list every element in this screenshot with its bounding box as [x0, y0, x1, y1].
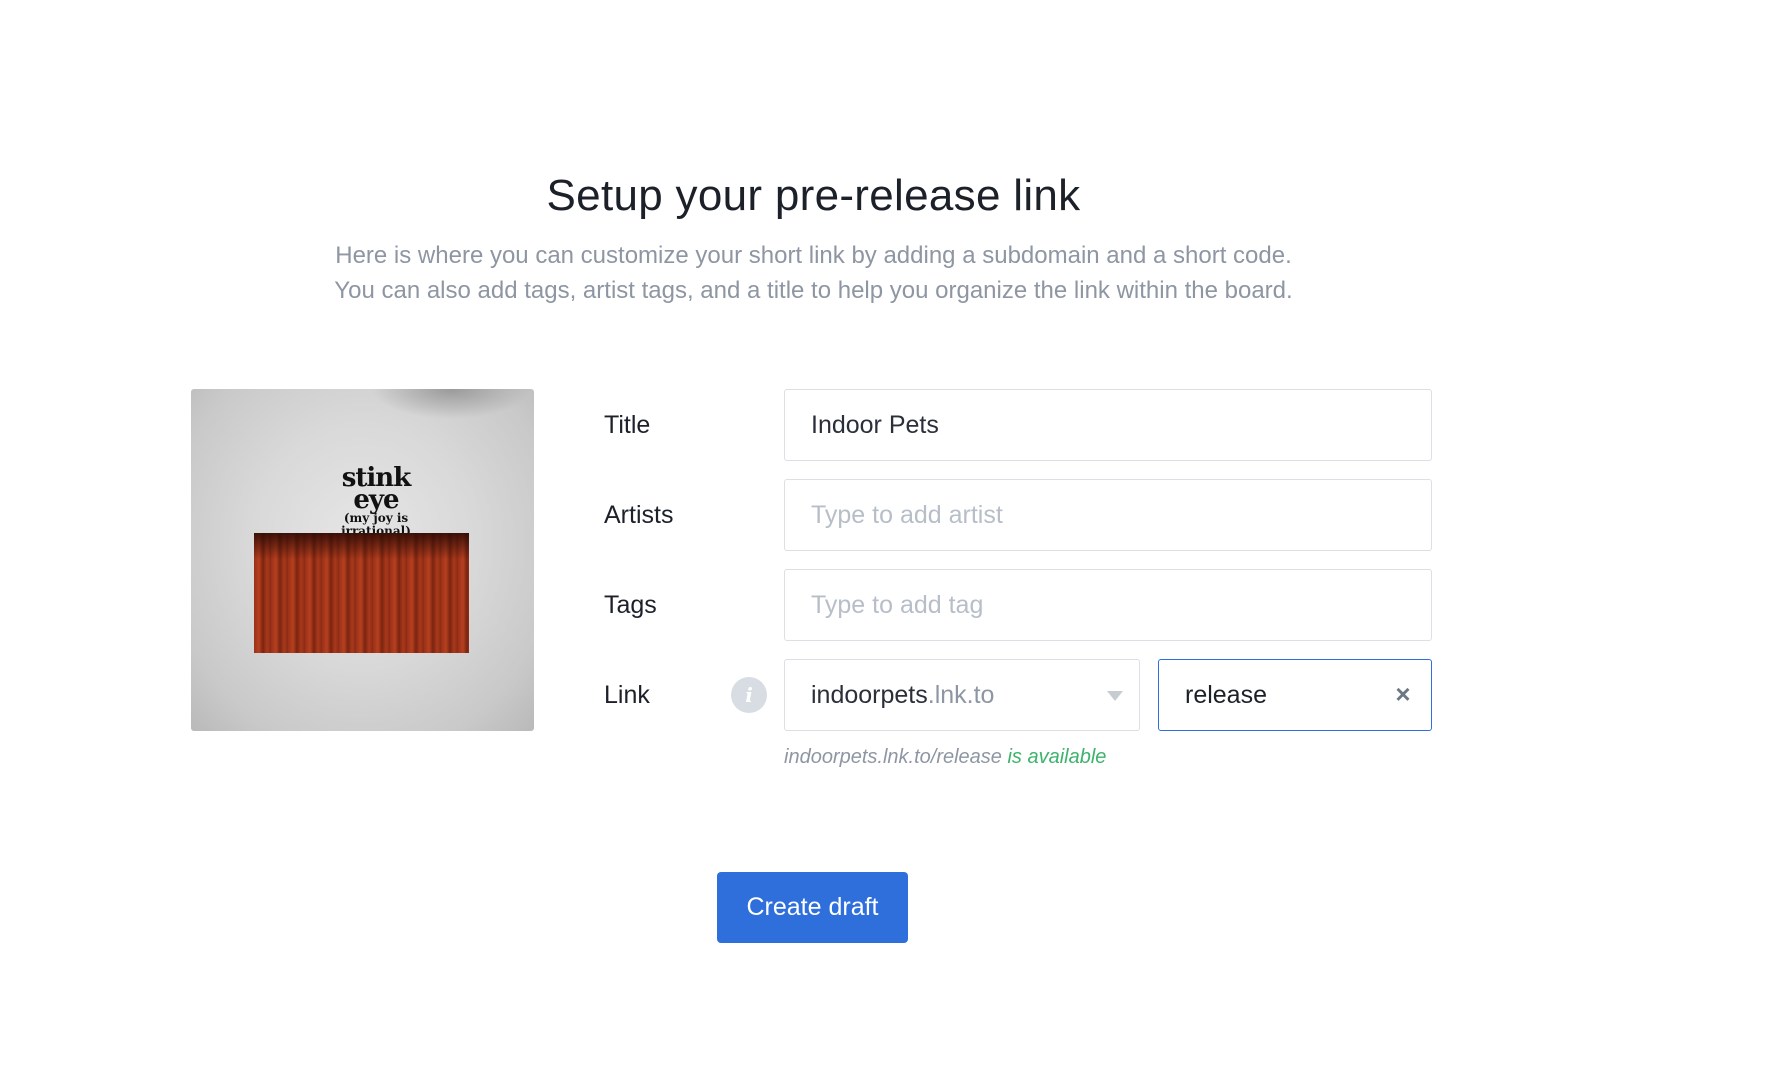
domain-suffix: .lnk.to	[927, 681, 995, 709]
availability-status: is available	[1007, 746, 1107, 768]
create-draft-button[interactable]: Create draft	[717, 872, 908, 943]
availability-url: indoorpets.lnk.to/release	[784, 746, 1002, 768]
release-cover-artwork: stink eye (my joy is irrational)	[191, 389, 534, 731]
artists-input[interactable]	[784, 479, 1432, 551]
short-code-field: ×	[1158, 659, 1432, 731]
cover-title: stink eye (my joy is irrational)	[321, 465, 431, 537]
cover-title-bottom: eye	[353, 485, 399, 515]
domain-subdomain: indoorpets	[811, 681, 928, 709]
page-title: Setup your pre-release link	[546, 171, 1081, 220]
page-subtitle-line-2: You can also add tags, artist tags, and …	[334, 277, 1293, 304]
title-input[interactable]	[784, 389, 1432, 461]
cover-smudge	[371, 389, 531, 419]
clear-icon[interactable]: ×	[1390, 681, 1416, 707]
artists-label: Artists	[604, 501, 674, 529]
cover-subtitle-top: (my joy is	[343, 511, 409, 525]
tags-label: Tags	[604, 591, 657, 619]
link-availability: indoorpets.lnk.to/release is available	[784, 746, 1106, 769]
domain-select[interactable]: indoorpets.lnk.to	[784, 659, 1140, 731]
title-label: Title	[604, 411, 651, 439]
cover-curtain-image	[254, 533, 469, 653]
chevron-down-icon	[1107, 691, 1123, 701]
info-icon[interactable]: i	[731, 677, 767, 713]
tags-input[interactable]	[784, 569, 1432, 641]
page-subtitle-line-1: Here is where you can customize your sho…	[335, 242, 1292, 269]
link-label: Link	[604, 681, 650, 709]
